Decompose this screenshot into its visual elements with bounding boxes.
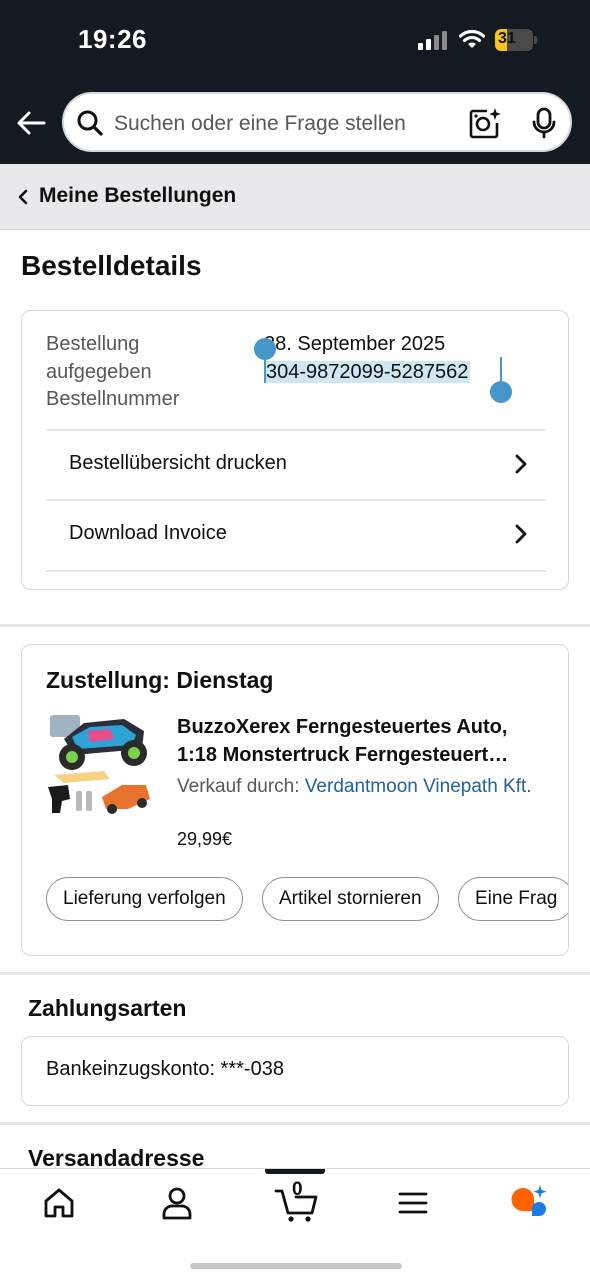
- print-order-summary-link[interactable]: Bestellübersicht drucken: [46, 431, 546, 499]
- payment-card: Bankeinzugskonto: ***-038: [21, 1036, 569, 1106]
- cancel-item-button[interactable]: Artikel stornieren: [262, 877, 439, 921]
- order-labels: Bestellung aufgegeben Bestellnummer: [46, 331, 236, 414]
- order-number-selected[interactable]: 304-9872099-5287562: [264, 360, 471, 383]
- rufus-ai-icon[interactable]: [507, 1183, 551, 1223]
- download-invoice-label: Download Invoice: [69, 522, 227, 544]
- product-image[interactable]: [44, 709, 154, 825]
- status-time: 19:26: [78, 24, 147, 54]
- ask-question-button[interactable]: Eine Frag: [458, 877, 568, 921]
- download-invoice-link[interactable]: Download Invoice: [46, 501, 546, 569]
- product-price: 29,99€: [177, 829, 233, 849]
- section-separator: [0, 1122, 590, 1125]
- chevron-right-icon: [515, 454, 527, 474]
- order-number-label: Bestellnummer: [46, 388, 180, 410]
- payment-section-title: Zahlungsarten: [28, 995, 187, 1021]
- menu-icon[interactable]: [391, 1183, 435, 1223]
- wifi-icon: [458, 29, 486, 48]
- delivery-title: Zustellung: Dienstag: [46, 667, 274, 693]
- arrow-left-icon[interactable]: [14, 106, 48, 140]
- search-bar[interactable]: Suchen oder eine Frage stellen: [62, 92, 572, 152]
- cart-button[interactable]: 0: [272, 1179, 322, 1223]
- page-title: Bestelldetails: [21, 250, 202, 281]
- chevron-left-icon: [18, 189, 28, 205]
- chevron-right-icon: [515, 524, 527, 544]
- payment-method: Bankeinzugskonto: ***-038: [46, 1058, 284, 1080]
- cellular-signal-icon: [418, 31, 447, 50]
- home-icon[interactable]: [37, 1183, 81, 1223]
- bottom-navigation: 0: [0, 1168, 590, 1280]
- battery-level: 31: [498, 30, 516, 47]
- seller-info: Verkauf durch: Verdantmoon Vinepath Kft.: [177, 776, 532, 797]
- seller-link[interactable]: Verdantmoon Vinepath Kft.: [305, 776, 532, 797]
- print-order-summary-label: Bestellübersicht drucken: [69, 452, 287, 474]
- active-tab-indicator: [265, 1169, 325, 1174]
- delivery-card: Zustellung: Dienstag BuzzoXerex Ferngest…: [21, 644, 569, 956]
- app-header: 19:26 31 Suchen oder eine Frage stellen: [0, 0, 590, 164]
- selection-handle-start[interactable]: [254, 338, 276, 360]
- battery-charging-icon: 31: [495, 29, 537, 51]
- home-indicator[interactable]: [190, 1263, 402, 1269]
- section-separator: [0, 624, 590, 627]
- order-info-card: Bestellung aufgegeben Bestellnummer 28. …: [21, 310, 569, 590]
- search-input[interactable]: Suchen oder eine Frage stellen: [114, 112, 406, 136]
- cart-count: 0: [292, 1179, 303, 1200]
- selection-handle-end[interactable]: [490, 381, 512, 403]
- account-icon[interactable]: [155, 1183, 199, 1223]
- microphone-icon[interactable]: [530, 107, 558, 139]
- breadcrumb-my-orders[interactable]: Meine Bestellungen: [39, 184, 236, 208]
- divider: [46, 570, 546, 572]
- breadcrumb[interactable]: Meine Bestellungen: [0, 164, 590, 230]
- search-icon: [77, 110, 103, 136]
- order-placed-label: Bestellung aufgegeben: [46, 333, 152, 383]
- section-separator: [0, 972, 590, 975]
- track-delivery-button[interactable]: Lieferung verfolgen: [46, 877, 243, 921]
- camera-lens-icon[interactable]: [468, 106, 502, 140]
- order-date: 28. September 2025: [264, 333, 446, 355]
- order-values: 28. September 2025 304-9872099-5287562: [264, 331, 471, 386]
- product-title[interactable]: BuzzoXerex Ferngesteuertes Auto, 1:18 Mo…: [177, 713, 552, 769]
